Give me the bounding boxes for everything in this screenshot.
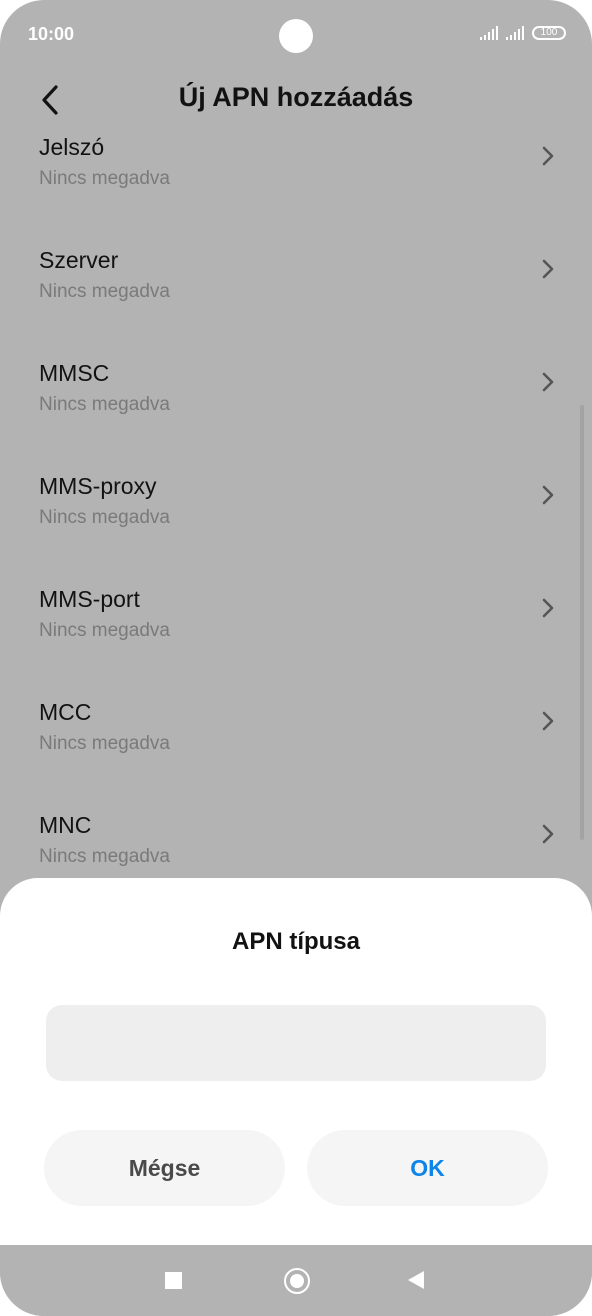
- status-bar: 10:00 100: [0, 0, 592, 70]
- list-item-title: MCC: [39, 699, 92, 725]
- list-item-value: Nincs megadva: [39, 620, 170, 641]
- scrollbar[interactable]: [580, 405, 584, 840]
- apn-type-input[interactable]: [46, 1005, 546, 1081]
- list-item-mcc[interactable]: MCC Nincs megadva: [0, 699, 592, 812]
- list-item-value: Nincs megadva: [39, 281, 170, 302]
- chevron-right-icon: [542, 372, 554, 392]
- chevron-right-icon: [542, 598, 554, 618]
- chevron-right-icon: [542, 824, 554, 844]
- list-item-value: Nincs megadva: [39, 846, 170, 867]
- chevron-right-icon: [542, 711, 554, 731]
- navigation-bar: [0, 1245, 592, 1316]
- battery-icon: 100: [532, 26, 566, 40]
- list-item-title: MNC: [39, 812, 92, 838]
- list-item-mnc[interactable]: MNC Nincs megadva: [0, 812, 592, 878]
- list-item-server[interactable]: Szerver Nincs megadva: [0, 247, 592, 360]
- phone-screen: 10:00 100 Új APN hozzáadás Jelszó Nincs …: [0, 0, 592, 1316]
- signal-icon: [480, 26, 498, 40]
- chevron-right-icon: [542, 146, 554, 166]
- triangle-back-icon[interactable]: [408, 1271, 424, 1289]
- list-item-value: Nincs megadva: [39, 507, 170, 528]
- list-item-title: MMS-port: [39, 586, 140, 612]
- square-icon[interactable]: [165, 1272, 182, 1289]
- apn-settings-list: Jelszó Nincs megadva Szerver Nincs megad…: [0, 118, 592, 878]
- list-item-value: Nincs megadva: [39, 394, 170, 415]
- list-item-mmsc[interactable]: MMSC Nincs megadva: [0, 360, 592, 473]
- status-time: 10:00: [28, 24, 75, 44]
- circle-icon[interactable]: [284, 1268, 310, 1294]
- list-item-password[interactable]: Jelszó Nincs megadva: [0, 134, 592, 247]
- ok-button[interactable]: OK: [307, 1130, 548, 1206]
- status-icons: 100: [480, 26, 566, 40]
- list-item-title: MMS-proxy: [39, 473, 157, 499]
- list-item-mms-proxy[interactable]: MMS-proxy Nincs megadva: [0, 473, 592, 586]
- signal-icon: [506, 26, 524, 40]
- chevron-right-icon: [542, 485, 554, 505]
- dialog-title: APN típusa: [231, 928, 360, 955]
- list-item-title: Jelszó: [39, 134, 105, 160]
- list-item-value: Nincs megadva: [39, 168, 170, 189]
- list-item-mms-port[interactable]: MMS-port Nincs megadva: [0, 586, 592, 699]
- list-item-title: Szerver: [39, 247, 119, 273]
- page-title: Új APN hozzáadás: [178, 82, 414, 112]
- list-item-title: MMSC: [39, 360, 110, 386]
- chevron-right-icon: [542, 259, 554, 279]
- cancel-button[interactable]: Mégse: [44, 1130, 285, 1206]
- apn-type-dialog: APN típusa Mégse OK: [0, 878, 592, 1245]
- camera-cutout: [279, 19, 313, 53]
- list-item-value: Nincs megadva: [39, 733, 170, 754]
